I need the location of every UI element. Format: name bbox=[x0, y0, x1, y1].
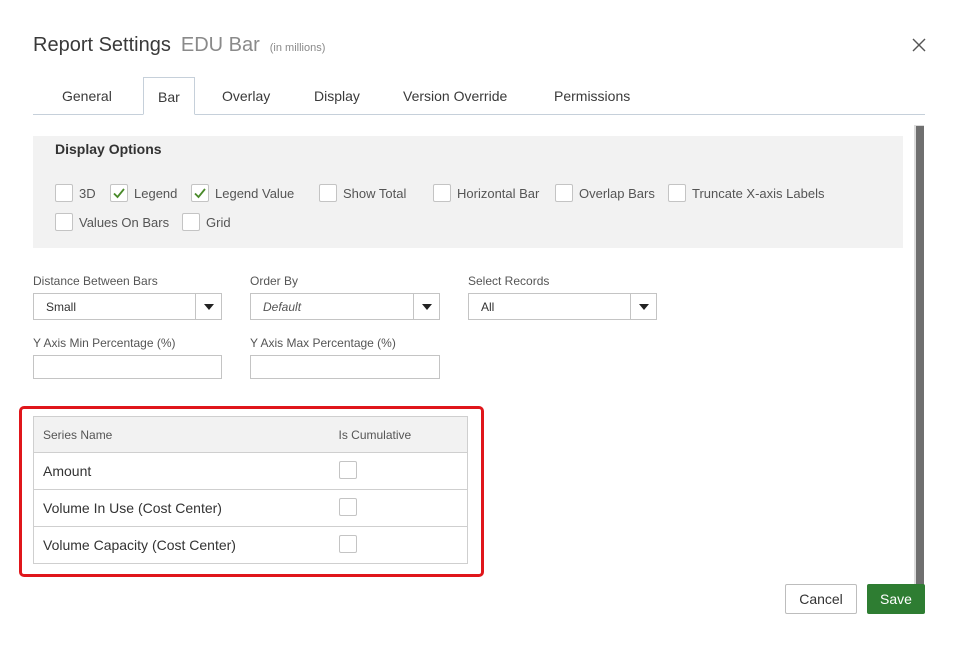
option-label: Truncate X-axis Labels bbox=[692, 185, 825, 201]
column-header-series-name: Series Name bbox=[33, 416, 339, 453]
is-cumulative-checkbox[interactable] bbox=[338, 497, 357, 516]
y-axis-max-label: Y Axis Max Percentage (%) bbox=[250, 336, 396, 350]
checkbox[interactable] bbox=[191, 184, 209, 202]
scrollbar-thumb[interactable] bbox=[916, 126, 924, 594]
dialog-title: Report Settings bbox=[33, 34, 171, 56]
option-legend-value[interactable]: Legend Value bbox=[191, 184, 294, 202]
close-button[interactable] bbox=[904, 30, 934, 60]
option-label: 3D bbox=[79, 185, 96, 201]
series-table: Series Name Is Cumulative Amount Volume … bbox=[33, 416, 468, 564]
option-label: Legend bbox=[134, 185, 178, 201]
checkbox[interactable] bbox=[55, 213, 73, 231]
option-label: Horizontal Bar bbox=[457, 185, 540, 201]
series-name-cell: Amount bbox=[33, 452, 339, 490]
order-by-label: Order By bbox=[250, 274, 299, 288]
option-3d[interactable]: 3D bbox=[55, 184, 96, 202]
distance-between-bars-label: Distance Between Bars bbox=[33, 274, 158, 288]
select-records-select[interactable]: All bbox=[468, 293, 657, 320]
select-value: Small bbox=[46, 299, 77, 314]
is-cumulative-cell bbox=[338, 452, 468, 490]
is-cumulative-cell bbox=[338, 526, 468, 564]
option-values-on-bars[interactable]: Values On Bars bbox=[55, 213, 169, 231]
option-truncate-x-axis-labels[interactable]: Truncate X-axis Labels bbox=[668, 184, 824, 202]
save-button[interactable]: Save bbox=[867, 584, 925, 614]
caret-down-icon[interactable] bbox=[630, 294, 656, 319]
display-options-panel: Display Options 3D Legend Legend Value S… bbox=[33, 136, 903, 248]
tab-bar: General Bar Overlay Display Version Over… bbox=[33, 77, 925, 115]
option-label: Grid bbox=[206, 214, 231, 230]
option-label: Legend Value bbox=[215, 185, 295, 201]
checkbox[interactable] bbox=[55, 184, 73, 202]
tab-permissions[interactable]: Permissions bbox=[540, 77, 644, 115]
y-axis-min-label: Y Axis Min Percentage (%) bbox=[33, 336, 176, 350]
table-row: Volume In Use (Cost Center) bbox=[33, 489, 468, 527]
close-icon bbox=[912, 38, 926, 52]
column-header-is-cumulative: Is Cumulative bbox=[338, 416, 468, 453]
check-icon bbox=[194, 188, 206, 199]
option-horizontal-bar[interactable]: Horizontal Bar bbox=[433, 184, 539, 202]
checkbox[interactable] bbox=[555, 184, 573, 202]
cancel-button[interactable]: Cancel bbox=[785, 584, 857, 614]
check-icon bbox=[113, 188, 125, 199]
order-by-select[interactable]: Default bbox=[250, 293, 440, 320]
tab-bar-settings[interactable]: Bar bbox=[143, 77, 195, 115]
caret-down-icon[interactable] bbox=[413, 294, 439, 319]
caret-down-icon[interactable] bbox=[195, 294, 221, 319]
unit-note: (in millions) bbox=[269, 42, 326, 54]
tab-display[interactable]: Display bbox=[300, 77, 374, 115]
select-value: All bbox=[481, 299, 495, 314]
is-cumulative-cell bbox=[338, 489, 468, 527]
dialog-header: Report Settings EDU Bar (in millions) bbox=[33, 34, 325, 57]
checkbox[interactable] bbox=[319, 184, 337, 202]
tab-version-override[interactable]: Version Override bbox=[389, 77, 521, 115]
option-show-total[interactable]: Show Total bbox=[319, 184, 406, 202]
option-overlap-bars[interactable]: Overlap Bars bbox=[555, 184, 655, 202]
table-header-row: Series Name Is Cumulative bbox=[33, 416, 468, 453]
select-records-label: Select Records bbox=[468, 274, 550, 288]
table-row: Amount bbox=[33, 452, 468, 490]
checkbox[interactable] bbox=[182, 213, 200, 231]
series-name-cell: Volume In Use (Cost Center) bbox=[33, 489, 339, 527]
select-value: Default bbox=[263, 299, 302, 314]
option-label: Show Total bbox=[343, 185, 407, 201]
table-row: Volume Capacity (Cost Center) bbox=[33, 526, 468, 564]
tab-overlay[interactable]: Overlay bbox=[208, 77, 284, 115]
is-cumulative-checkbox[interactable] bbox=[338, 534, 357, 553]
series-name-cell: Volume Capacity (Cost Center) bbox=[33, 526, 339, 564]
checkbox[interactable] bbox=[668, 184, 686, 202]
report-name: EDU Bar bbox=[180, 34, 260, 56]
option-label: Values On Bars bbox=[79, 214, 170, 230]
display-options-title: Display Options bbox=[55, 141, 162, 157]
y-axis-max-input[interactable] bbox=[250, 355, 440, 379]
is-cumulative-checkbox[interactable] bbox=[338, 460, 357, 479]
checkbox[interactable] bbox=[433, 184, 451, 202]
option-label: Overlap Bars bbox=[579, 185, 655, 201]
distance-between-bars-select[interactable]: Small bbox=[33, 293, 222, 320]
y-axis-min-input[interactable] bbox=[33, 355, 222, 379]
checkbox[interactable] bbox=[110, 184, 128, 202]
option-legend[interactable]: Legend bbox=[110, 184, 177, 202]
tab-general[interactable]: General bbox=[48, 77, 126, 115]
option-grid[interactable]: Grid bbox=[182, 213, 231, 231]
